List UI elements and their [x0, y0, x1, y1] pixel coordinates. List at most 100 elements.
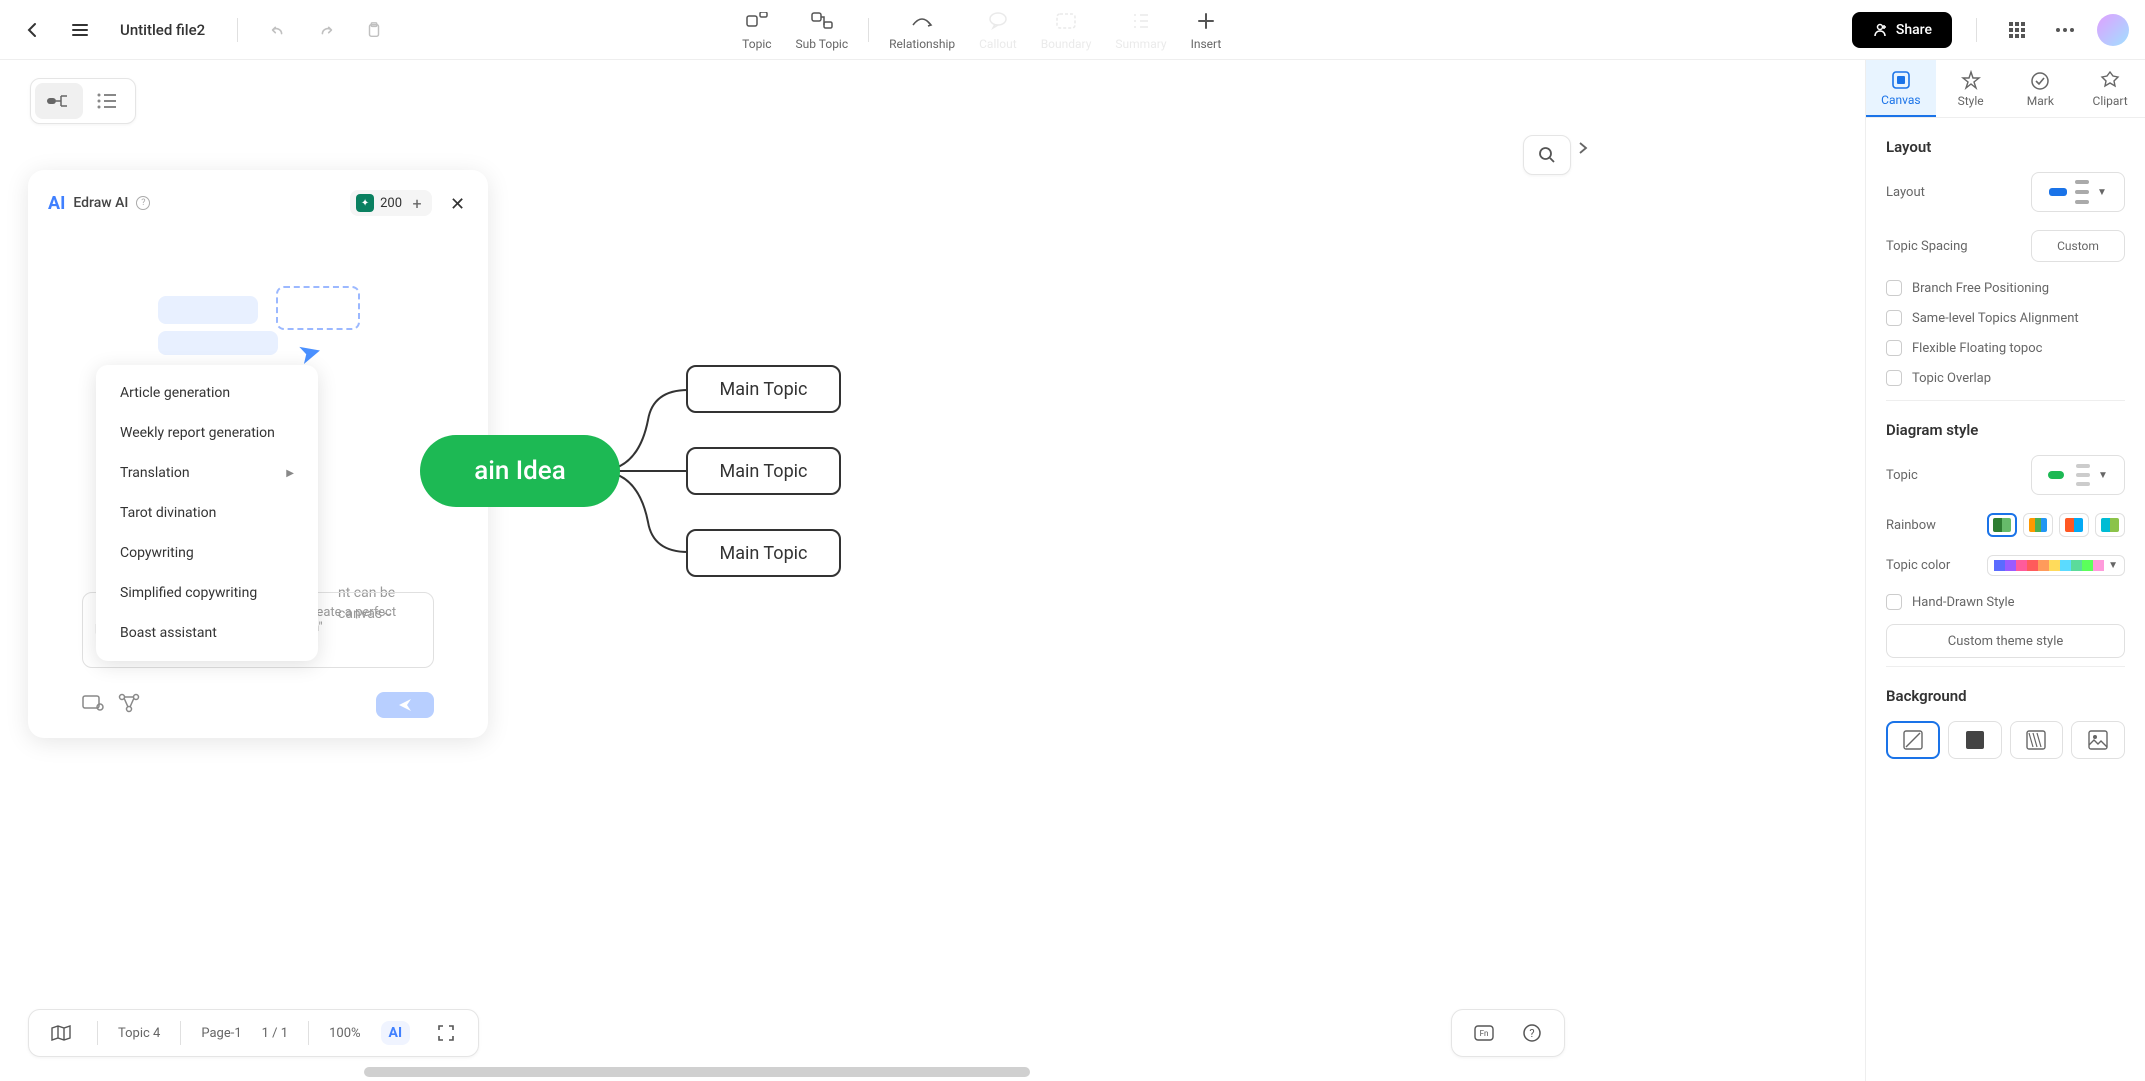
sub-topic-tool[interactable]: Sub Topic — [784, 5, 861, 55]
paste-button[interactable] — [358, 14, 390, 46]
mindmap-view-button[interactable] — [35, 83, 83, 119]
send-button[interactable] — [376, 692, 434, 718]
layout-select[interactable]: ▼ — [2031, 172, 2125, 212]
rainbow-opt-2[interactable] — [2023, 513, 2053, 537]
share-button[interactable]: Share — [1852, 12, 1952, 48]
rainbow-opt-3[interactable] — [2059, 513, 2089, 537]
topic-preview-icon — [2048, 464, 2090, 486]
style-icon — [1960, 70, 1982, 92]
custom-spacing-button[interactable]: Custom — [2031, 230, 2125, 262]
tab-clipart[interactable]: Clipart — [2075, 60, 2145, 117]
main-idea-node[interactable]: ain Idea — [420, 435, 620, 507]
bottom-right-toolbar: Fn ? — [1451, 1009, 1565, 1057]
menu-article-generation[interactable]: Article generation — [96, 373, 318, 413]
menu-boast-assistant[interactable]: Boast assistant — [96, 613, 318, 653]
pattern-bg-icon — [2025, 729, 2047, 751]
fn-icon: Fn — [1474, 1025, 1494, 1041]
token-count: 200 — [380, 196, 402, 211]
summary-icon — [1129, 9, 1153, 33]
info-icon[interactable]: ? — [136, 196, 150, 210]
redo-button[interactable] — [310, 14, 342, 46]
overlap-checkbox[interactable] — [1886, 370, 1902, 386]
topic-node-2[interactable]: Main Topic — [686, 447, 841, 495]
horizontal-scrollbar[interactable] — [364, 1067, 1030, 1077]
topic-color-select[interactable]: ▼ — [1987, 555, 2125, 576]
tool-label: Topic — [742, 37, 771, 51]
tool-label: Callout — [979, 37, 1017, 51]
rainbow-opt-4[interactable] — [2095, 513, 2125, 537]
branch-free-label: Branch Free Positioning — [1912, 281, 2049, 296]
topic-style-label: Topic — [1886, 468, 1918, 483]
bg-solid[interactable] — [1948, 721, 2002, 759]
ai-toggle-button[interactable]: AI — [381, 1021, 411, 1045]
summary-tool[interactable]: Summary — [1103, 5, 1178, 55]
bg-image[interactable] — [2071, 721, 2125, 759]
card-icon[interactable] — [82, 693, 106, 717]
boundary-tool[interactable]: Boundary — [1029, 5, 1104, 55]
tool-label: Insert — [1191, 37, 1222, 51]
background-section-title: Background — [1886, 687, 2125, 705]
same-level-label: Same-level Topics Alignment — [1912, 311, 2079, 326]
back-button[interactable] — [16, 14, 48, 46]
ai-panel-title: Edraw AI — [73, 195, 128, 211]
nodes-icon[interactable] — [118, 693, 142, 717]
bg-pattern[interactable] — [2010, 721, 2064, 759]
bg-none[interactable] — [1886, 721, 1940, 759]
collapse-panel-button[interactable] — [1578, 140, 1588, 159]
page-nav: 1 / 1 — [262, 1026, 288, 1041]
rainbow-opt-1[interactable] — [1987, 513, 2017, 537]
function-button[interactable]: Fn — [1468, 1017, 1500, 1049]
undo-button[interactable] — [262, 14, 294, 46]
divider — [308, 1021, 309, 1045]
user-avatar[interactable] — [2097, 14, 2129, 46]
same-level-checkbox[interactable] — [1886, 310, 1902, 326]
menu-simplified-copy[interactable]: Simplified copywriting — [96, 573, 318, 613]
menu-translation[interactable]: Translation▶ — [96, 453, 318, 493]
menu-weekly-report[interactable]: Weekly report generation — [96, 413, 318, 453]
topic-color-label: Topic color — [1886, 558, 1950, 573]
ai-panel-header: AI Edraw AI ? ✦ 200 + ✕ — [48, 190, 468, 216]
panel-body: Layout Layout ▼ Topic Spacing Custom — [1866, 118, 2145, 1081]
topic-node-3[interactable]: Main Topic — [686, 529, 841, 577]
apps-button[interactable] — [2001, 14, 2033, 46]
topic-tool[interactable]: Topic — [730, 5, 783, 55]
tab-style[interactable]: Style — [1936, 60, 2006, 117]
canvas[interactable]: AI Edraw AI ? ✦ 200 + ✕ ➤ — [0, 60, 1865, 1081]
zoom-level[interactable]: 100% — [329, 1026, 360, 1041]
hand-drawn-checkbox[interactable] — [1886, 594, 1902, 610]
help-button[interactable]: ? — [1516, 1017, 1548, 1049]
rainbow-label: Rainbow — [1886, 518, 1936, 533]
menu-copywriting[interactable]: Copywriting — [96, 533, 318, 573]
fullscreen-button[interactable] — [430, 1017, 462, 1049]
page-label[interactable]: Page-1 — [201, 1026, 241, 1041]
callout-tool[interactable]: Callout — [967, 5, 1029, 55]
boundary-icon — [1054, 9, 1078, 33]
menu-button[interactable] — [64, 14, 96, 46]
insert-tool[interactable]: Insert — [1179, 5, 1234, 55]
topic-node-1[interactable]: Main Topic — [686, 365, 841, 413]
token-badge: ✦ 200 + — [350, 190, 432, 216]
file-title[interactable]: Untitled file2 — [112, 21, 213, 39]
divider — [868, 18, 869, 42]
topic-style-select[interactable]: ▼ — [2031, 455, 2125, 495]
tab-canvas[interactable]: Canvas — [1866, 60, 1936, 117]
mindmap-icon — [47, 92, 71, 110]
flexible-checkbox[interactable] — [1886, 340, 1902, 356]
branch-free-checkbox[interactable] — [1886, 280, 1902, 296]
search-button[interactable] — [1523, 135, 1571, 175]
add-tokens-button[interactable]: + — [408, 194, 426, 212]
outline-view-button[interactable] — [83, 83, 131, 119]
close-button[interactable]: ✕ — [450, 194, 468, 212]
map-button[interactable] — [45, 1017, 77, 1049]
plus-icon — [1194, 9, 1218, 33]
mark-icon — [2029, 70, 2051, 92]
custom-theme-button[interactable]: Custom theme style — [1886, 624, 2125, 658]
view-mode-toggle — [30, 78, 136, 124]
tab-mark[interactable]: Mark — [2006, 60, 2076, 117]
more-button[interactable] — [2049, 14, 2081, 46]
layout-preview-icon — [2049, 180, 2089, 204]
top-toolbar: Untitled file2 Topic Sub Topic Relations… — [0, 0, 2145, 60]
menu-tarot[interactable]: Tarot divination — [96, 493, 318, 533]
svg-text:Fn: Fn — [1480, 1029, 1489, 1038]
relationship-tool[interactable]: Relationship — [877, 5, 967, 55]
